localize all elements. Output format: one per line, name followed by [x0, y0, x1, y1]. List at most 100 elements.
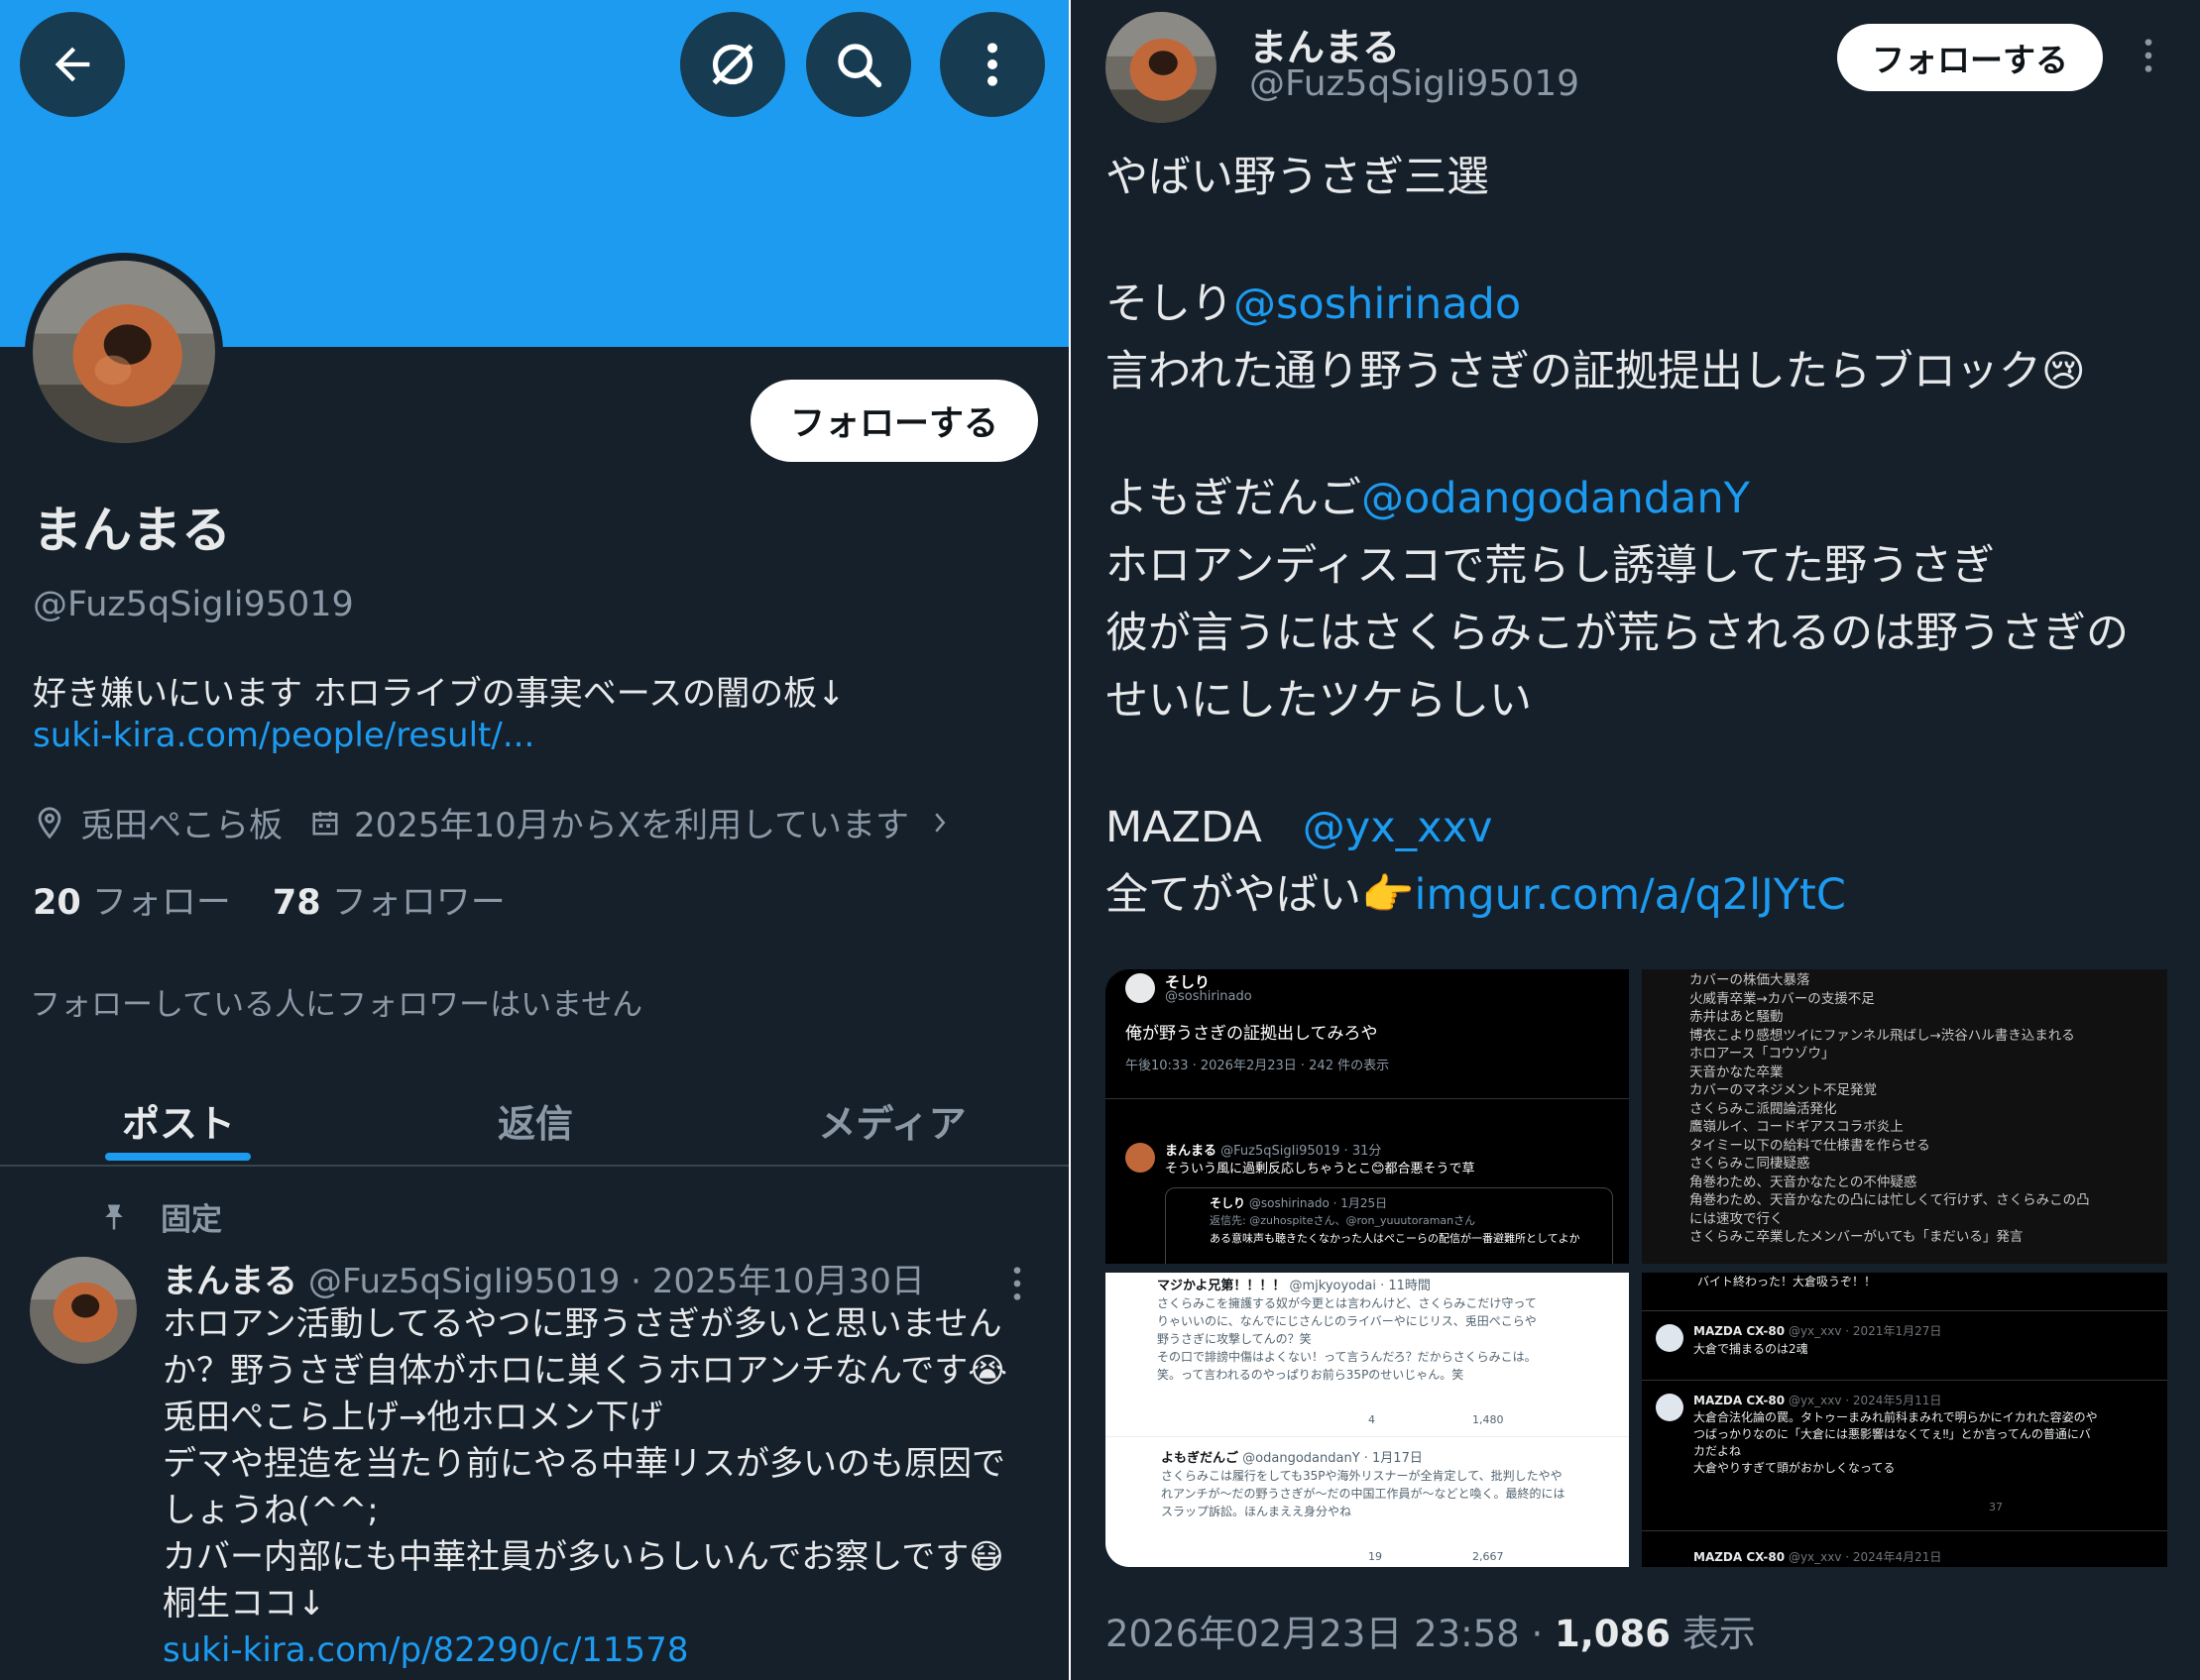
- profile-pane: フォローする まんまる @Fuz5qSigIi95019 好き嫌いにいます ホロ…: [0, 0, 1071, 1680]
- img4-line: 大倉やりすぎて頭がおかしくなってる: [1693, 1461, 1896, 1475]
- img2-line: 天音かなた卒業: [1689, 1064, 1784, 1080]
- tweet-timestamp[interactable]: 2026年02月23日 23:58 ·: [1105, 1613, 1555, 1655]
- location-icon: [38, 806, 61, 839]
- tab-replies[interactable]: 返信: [416, 1070, 654, 1170]
- img4-line: 大倉合法化論の罠。タトゥーまみれ前科まみれで明らかにイカれた容姿のや: [1693, 1410, 2098, 1424]
- calendar-icon: [312, 811, 338, 835]
- avatar-pot-image: [33, 261, 215, 443]
- post-avatar[interactable]: [30, 1257, 137, 1364]
- tweet-p2-header: よもぎだんご@odangodandanY: [1105, 465, 2129, 532]
- img1-avatar: [1125, 973, 1155, 1003]
- img4-post3-meta: @yx_xxv · 2024年4月21日: [1788, 1550, 1942, 1564]
- img2-line: カバーの株価大暴落: [1689, 972, 1810, 988]
- profile-follow-button[interactable]: フォローする: [751, 380, 1038, 462]
- p3-link[interactable]: imgur.com/a/q2lJYtC: [1415, 870, 1846, 920]
- img2-line: さくらみこ派閥論活発化: [1689, 1100, 1837, 1117]
- profile-name: まんまる: [33, 502, 231, 559]
- back-arrow-icon: [55, 47, 90, 82]
- tweet-more-icon[interactable]: [2140, 36, 2157, 75]
- search-icon: [838, 44, 882, 88]
- img4-line: カだよね: [1693, 1444, 1742, 1458]
- p2-mention[interactable]: @odangodandanY: [1361, 474, 1750, 523]
- img1-quote-name: そしり: [1210, 1196, 1246, 1210]
- media-image-1[interactable]: そしり @soshirinado 俺が野うさぎの証拠出してみろや 午後10:33…: [1105, 969, 1629, 1264]
- img3-top-text: さくらみこを擁護する奴が今更とは言わんけど、さくらみこだけ守って りゃいいのに、…: [1157, 1294, 1537, 1384]
- pinned-indicator: 固定: [99, 1194, 222, 1239]
- tweet-avatar[interactable]: [1105, 12, 1216, 123]
- img2-line: カバーのマネジメント不足発覚: [1689, 1082, 1877, 1098]
- p1-name: そしり: [1105, 280, 1233, 329]
- grok-slash-icon: [712, 44, 753, 85]
- img4-divider: [1642, 1310, 2167, 1311]
- p1-mention[interactable]: @soshirinado: [1233, 280, 1521, 329]
- tweet-follow-button[interactable]: フォローする: [1837, 24, 2103, 91]
- img3-line: れアンチが〜だの野うさぎが〜だの中国工作員が〜などと喚く。最終的には: [1161, 1487, 1565, 1501]
- p3-name: MAZDA: [1105, 803, 1262, 852]
- post-link[interactable]: suki-kira.com/p/82290/c/11578: [163, 1627, 1007, 1674]
- p3-mention[interactable]: @yx_xxv: [1303, 803, 1493, 852]
- img2-line: 赤井はあと騒動: [1689, 1009, 1784, 1025]
- img3-bottom-likes: 19: [1368, 1550, 1382, 1563]
- img3-line: さくらみこを擁護する奴が今更とは言わんけど、さくらみこだけ守って: [1157, 1296, 1537, 1310]
- back-button[interactable]: [20, 12, 125, 117]
- p1-text: 言われた通り野うさぎの証拠提出したらブロック😢: [1105, 347, 2086, 396]
- post-avatar-image: [30, 1257, 137, 1364]
- post-author-name[interactable]: まんまる: [163, 1262, 297, 1301]
- followers-count: 78: [272, 883, 321, 923]
- profile-bio-link[interactable]: suki-kira.com/people/result/...: [33, 716, 534, 755]
- img4-post2-views: 37: [1989, 1501, 2003, 1513]
- img3-bottom-meta: @odangodandanY · 1月17日: [1242, 1451, 1423, 1466]
- post-header: まんまる @Fuz5qSigIi95019 · 2025年10月30日: [163, 1254, 925, 1302]
- img4-post1-text: 大倉で捕まるのは2魂: [1693, 1342, 1808, 1356]
- profile-avatar[interactable]: [25, 253, 223, 451]
- img4-divider: [1642, 1530, 2167, 1531]
- img1-reply-avatar: [1125, 1143, 1155, 1173]
- tweet-footer: 2026年02月23日 23:58 · 1,086 表示: [1105, 1604, 1756, 1657]
- img3-line: りゃいいのに、なんでにじさんじのライバーやにじリス、兎田ぺこらや: [1157, 1314, 1537, 1328]
- p2-line: ホロアンディスコで荒らし誘導してた野うさぎ: [1105, 541, 1995, 591]
- no-mutual-followers-text: フォローしている人にフォロワーはいません: [30, 987, 643, 1023]
- following-link[interactable]: 20 フォロー: [33, 874, 231, 925]
- chevron-right-icon[interactable]: [929, 808, 951, 838]
- img3-top-name: マジかよ兄第！！！！: [1157, 1279, 1286, 1293]
- tab-media[interactable]: メディア: [773, 1070, 1011, 1170]
- tweet-p1-header: そしり@soshirinado: [1105, 271, 2129, 338]
- profile-handle: @Fuz5qSigIi95019: [33, 585, 354, 624]
- img1-meta: 午後10:33 · 2026年2月23日 · 242 件の表示: [1125, 1059, 1390, 1073]
- img3-line: さくらみこは履行をしても35Pや海外リスナーが全肯定して、批判したやや: [1161, 1469, 1563, 1483]
- img2-list: カバーの株価大暴落 火威青卒業→カバーの支援不足 赤井はあと騒動 博衣こより感想…: [1689, 971, 2090, 1247]
- profile-location: 兎田ぺこら板: [80, 806, 283, 845]
- tweet-author-handle[interactable]: @Fuz5qSigIi95019: [1249, 63, 1579, 104]
- active-tab-indicator: [105, 1153, 251, 1161]
- img1-handle: @soshirinado: [1165, 989, 1252, 1004]
- img3-bottom-views: 2,667: [1472, 1550, 1504, 1563]
- post-more-icon[interactable]: [1001, 1264, 1033, 1303]
- img2-line: さくらみこ卒業したメンバーがいても「まだいる」発言: [1689, 1229, 2024, 1245]
- media-image-2[interactable]: カバーの株価大暴落 火威青卒業→カバーの支援不足 赤井はあと騒動 博衣こより感想…: [1642, 969, 2167, 1264]
- media-image-4[interactable]: バイト終わった！大倉吸うぞ！！ MAZDA CX-80 @yx_xxv · 20…: [1642, 1273, 2167, 1567]
- post-line: か？野うさぎ自体がホロに巣くうホロアンチなんです😭: [163, 1351, 1007, 1391]
- media-grid[interactable]: そしり @soshirinado 俺が野うさぎの証拠出してみろや 午後10:33…: [1105, 969, 2200, 1567]
- followers-link[interactable]: 78 フォロワー: [273, 874, 506, 925]
- img3-bottom-text: さくらみこは履行をしても35Pや海外リスナーが全肯定して、批判したやや れアンチ…: [1161, 1467, 1565, 1520]
- post-line: 兎田ぺこら上げ→他ホロメン下げ: [163, 1398, 663, 1437]
- search-button[interactable]: [806, 12, 911, 117]
- img1-quote-text: ある意味声も聴きたくなかった人はぺこーらの配信が一番避難所としてよか: [1210, 1232, 1580, 1245]
- media-image-3[interactable]: マジかよ兄第！！！！ @mjkyoyodai · 11時間 さくらみこを擁護する…: [1105, 1273, 1629, 1567]
- post-line: カバー内部にも中華社員が多いらしいんでお察しです😷: [163, 1537, 1004, 1577]
- img4-top-text: バイト終わった！大倉吸うぞ！！: [1697, 1275, 1877, 1288]
- img1-reply-text: そういう風に過剰反応しちゃうとこ😊都合悪そうで草: [1165, 1162, 1475, 1176]
- profile-meta-row: 兎田ぺこら板 2025年10月からXを利用しています: [33, 798, 951, 846]
- img2-line: 火威青卒業→カバーの支援不足: [1689, 990, 1875, 1007]
- grok-button[interactable]: [680, 12, 785, 117]
- p2-name: よもぎだんご: [1105, 474, 1361, 523]
- img3-bottom-name: よもぎだんご: [1161, 1451, 1239, 1466]
- following-count: 20: [33, 883, 81, 923]
- profile-bio: 好き嫌いにいます ホロライブの事実ベースの闇の板↓: [33, 674, 846, 714]
- img2-line: タイミー以下の給料で仕様書を作らせる: [1689, 1137, 1930, 1154]
- tweet-body: やばい野うさぎ三選 そしり@soshirinado 言われた通り野うさぎの証拠提…: [1105, 144, 2129, 929]
- img3-top-meta: @mjkyoyodai · 11時間: [1289, 1279, 1431, 1293]
- more-button[interactable]: [940, 12, 1045, 117]
- img3-line: その口で誹謗中傷はよくない！って言うんだろ？だからさくらみこは。: [1157, 1350, 1537, 1364]
- p2-line: 彼が言うにはさくらみこが荒らされるのは野うさぎの: [1105, 609, 2129, 658]
